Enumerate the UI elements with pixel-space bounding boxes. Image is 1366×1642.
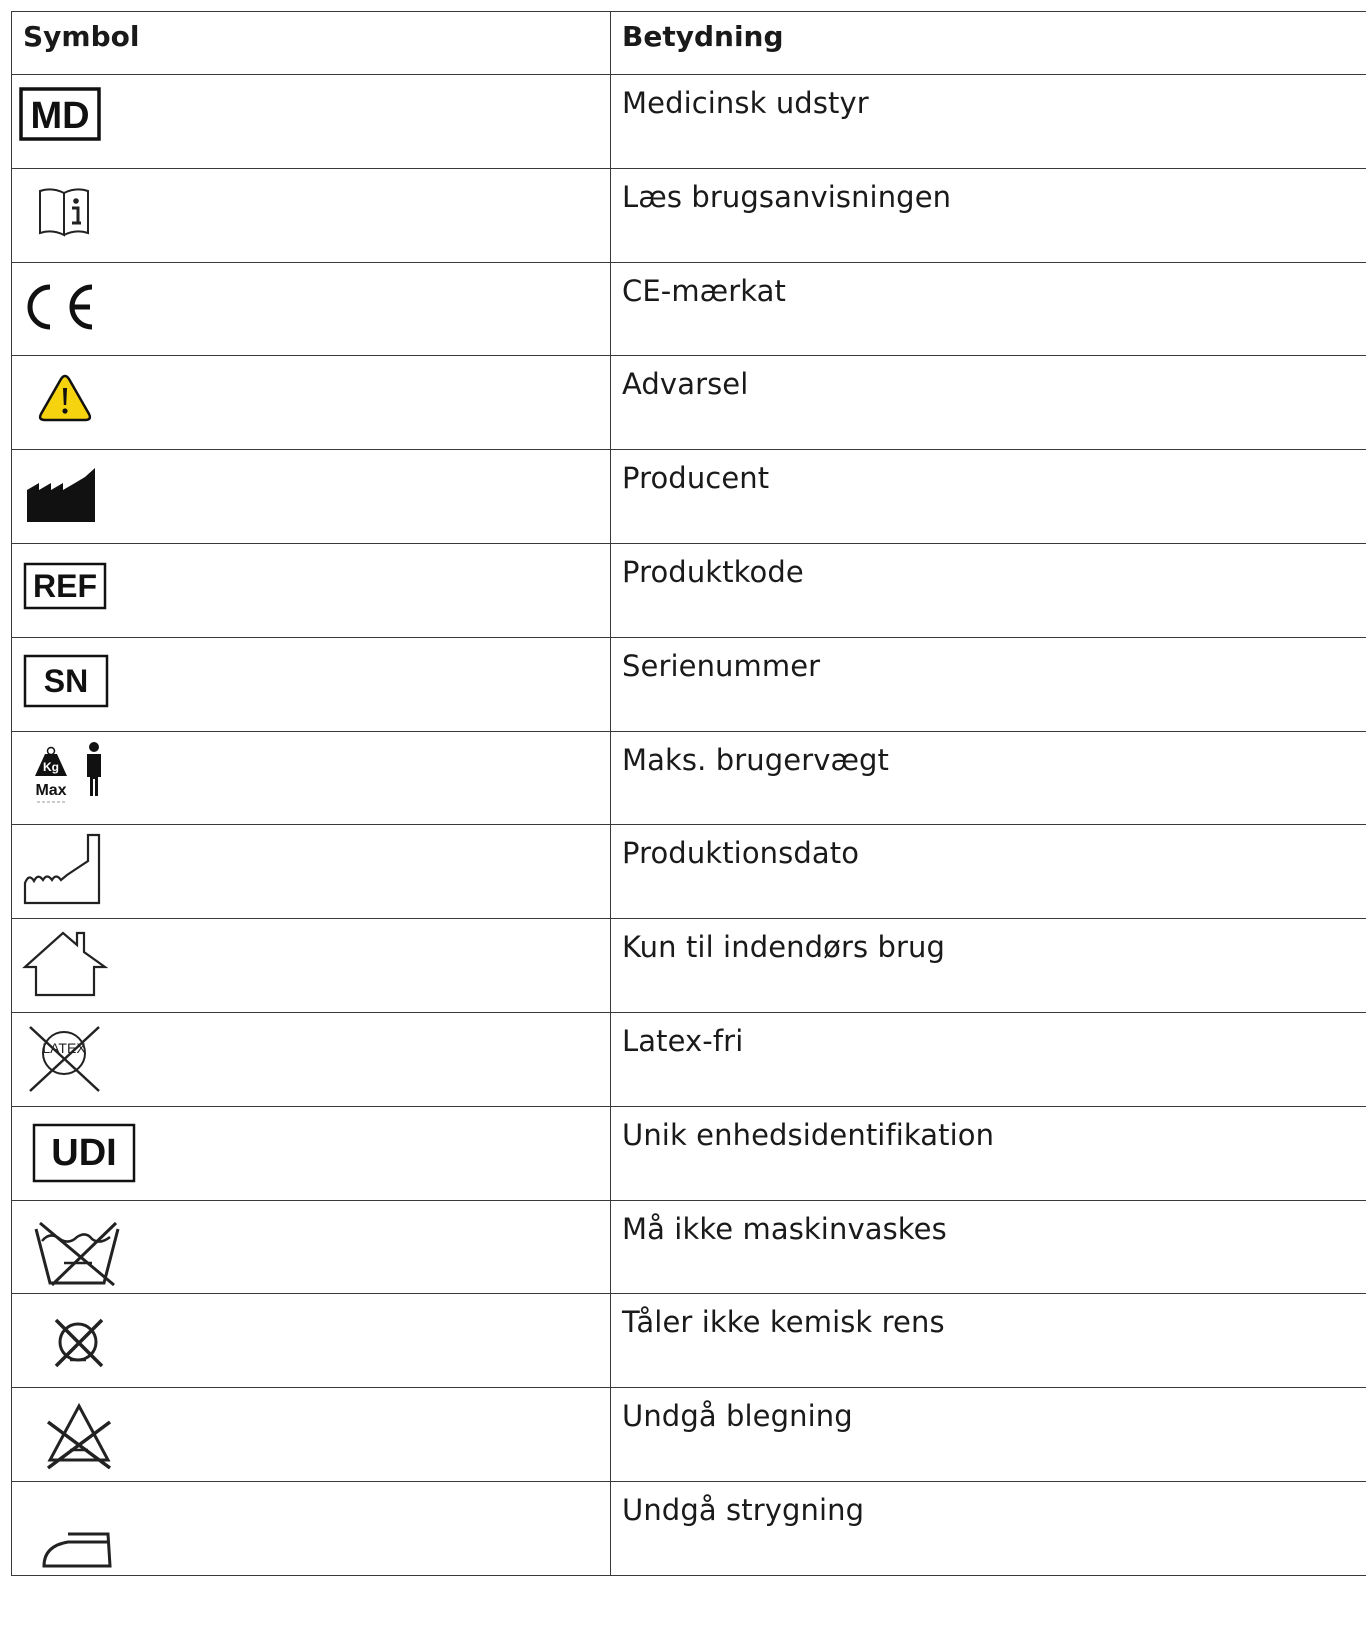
- symbol-cell: LATEX: [11, 1011, 611, 1107]
- udi-icon: UDI: [32, 1123, 136, 1183]
- meaning-text: Må ikke maskinvaskes: [622, 1211, 947, 1246]
- symbol-cell: SN: [11, 636, 611, 732]
- meaning-cell: Må ikke maskinvaskes: [610, 1199, 1366, 1295]
- symbol-cell: [11, 449, 611, 544]
- meaning-text: Kun til indendørs brug: [622, 930, 946, 965]
- meaning-cell: Produktionsdato: [610, 824, 1366, 920]
- table-row: Må ikke maskinvaskes: [11, 1199, 1366, 1295]
- meaning-cell: Læs brugsanvisningen: [610, 167, 1366, 263]
- meaning-cell: Kun til indendørs brug: [610, 918, 1366, 1013]
- table-row: Kun til indendørs brug: [11, 918, 1366, 1013]
- table-row: Læs brugsanvisningen: [11, 167, 1366, 263]
- do-not-dry-clean-icon: [54, 1319, 104, 1368]
- warning-icon: [38, 375, 92, 422]
- table-row: MD Medicinsk udstyr: [11, 74, 1366, 169]
- latex-label: LATEX: [42, 1040, 86, 1056]
- symbol-cell: [11, 261, 611, 357]
- meaning-text: Produktkode: [622, 554, 804, 589]
- table-row: REF Produktkode: [11, 542, 1366, 638]
- meaning-cell: Maks. brugervægt: [610, 730, 1366, 826]
- reference-icon: REF: [23, 562, 107, 610]
- do-not-iron-icon: [42, 1532, 112, 1568]
- manufacturer-icon: [27, 468, 95, 523]
- table-row: CE-mærkat: [11, 261, 1366, 357]
- udi-label: UDI: [51, 1132, 116, 1174]
- header-meaning-label: Betydning: [622, 20, 784, 53]
- table-header-row: Symbol Betydning: [11, 11, 1366, 75]
- meaning-text: Undgå blegning: [622, 1399, 853, 1434]
- meaning-text: Produktionsdato: [622, 836, 860, 871]
- ce-mark-icon: [27, 284, 93, 330]
- symbol-cell: [11, 355, 611, 451]
- meaning-cell: Tåler ikke kemisk rens: [610, 1293, 1366, 1389]
- symbol-cell: [11, 167, 611, 263]
- table-row: SN Serienummer: [11, 636, 1366, 732]
- meaning-cell: Advarsel: [610, 355, 1366, 451]
- table-row: Kg Max Maks. brugervægt: [11, 730, 1366, 826]
- date-of-manufacture-icon: [23, 834, 101, 905]
- symbol-cell: UDI: [11, 1105, 611, 1201]
- symbol-cell: [11, 1293, 611, 1389]
- table-row: Advarsel: [11, 355, 1366, 451]
- symbol-cell: Kg Max: [11, 730, 611, 826]
- max-user-weight-icon: Kg Max: [35, 741, 101, 803]
- do-not-wash-icon: [34, 1221, 120, 1286]
- table-row: Undgå strygning: [11, 1480, 1366, 1576]
- table-row: Undgå blegning: [11, 1387, 1366, 1482]
- meaning-text: Maks. brugervægt: [622, 742, 890, 777]
- meaning-text: Undgå strygning: [622, 1492, 865, 1527]
- meaning-text: CE-mærkat: [622, 273, 787, 308]
- symbol-cell: REF: [11, 542, 611, 638]
- meaning-cell: Undgå blegning: [610, 1387, 1366, 1482]
- table-row: Produktionsdato: [11, 824, 1366, 920]
- meaning-text: Læs brugsanvisningen: [622, 179, 952, 214]
- meaning-cell: Medicinsk udstyr: [610, 74, 1366, 169]
- serial-number-icon: SN: [23, 654, 109, 708]
- table-row: LATEX Latex-fri: [11, 1011, 1366, 1107]
- meaning-cell: Produktkode: [610, 542, 1366, 638]
- symbol-cell: [11, 918, 611, 1013]
- meaning-text: Tåler ikke kemisk rens: [622, 1305, 945, 1340]
- meaning-text: Unik enhedsidentifikation: [622, 1117, 995, 1152]
- indoor-use-icon: [22, 931, 109, 997]
- meaning-cell: Unik enhedsidentifikation: [610, 1105, 1366, 1201]
- meaning-text: Advarsel: [622, 367, 749, 402]
- header-symbol-label: Symbol: [23, 20, 140, 53]
- symbol-cell: MD: [11, 74, 611, 169]
- meaning-text: Producent: [622, 461, 770, 496]
- header-symbol: Symbol: [11, 11, 611, 75]
- table-row: Tåler ikke kemisk rens: [11, 1293, 1366, 1389]
- meaning-cell: CE-mærkat: [610, 261, 1366, 357]
- meaning-cell: Latex-fri: [610, 1011, 1366, 1107]
- header-meaning: Betydning: [610, 11, 1366, 75]
- symbol-cell: [11, 824, 611, 920]
- symbol-cell: [11, 1387, 611, 1482]
- symbol-cell: [11, 1199, 611, 1295]
- meaning-text: Latex-fri: [622, 1023, 744, 1058]
- medical-device-label: MD: [30, 95, 89, 137]
- serial-number-label: SN: [44, 663, 88, 699]
- medical-device-icon: MD: [19, 87, 101, 141]
- table-row: UDI Unik enhedsidentifikation: [11, 1105, 1366, 1201]
- meaning-text: Serienummer: [622, 648, 821, 683]
- reference-label: REF: [33, 568, 97, 604]
- do-not-bleach-icon: [46, 1402, 112, 1470]
- weight-kg-label: Kg: [43, 760, 59, 774]
- meaning-cell: Serienummer: [610, 636, 1366, 732]
- symbol-cell: [11, 1480, 611, 1576]
- table-row: Producent: [11, 449, 1366, 544]
- meaning-text: Medicinsk udstyr: [622, 86, 869, 120]
- meaning-cell: Producent: [610, 449, 1366, 544]
- symbol-table: Symbol Betydning MD Medicinsk udstyr Læs…: [11, 11, 1366, 1576]
- latex-free-icon: LATEX: [29, 1026, 100, 1092]
- weight-max-label: Max: [35, 782, 66, 799]
- meaning-cell: Undgå strygning: [610, 1480, 1366, 1576]
- consult-instructions-icon: [39, 188, 89, 237]
